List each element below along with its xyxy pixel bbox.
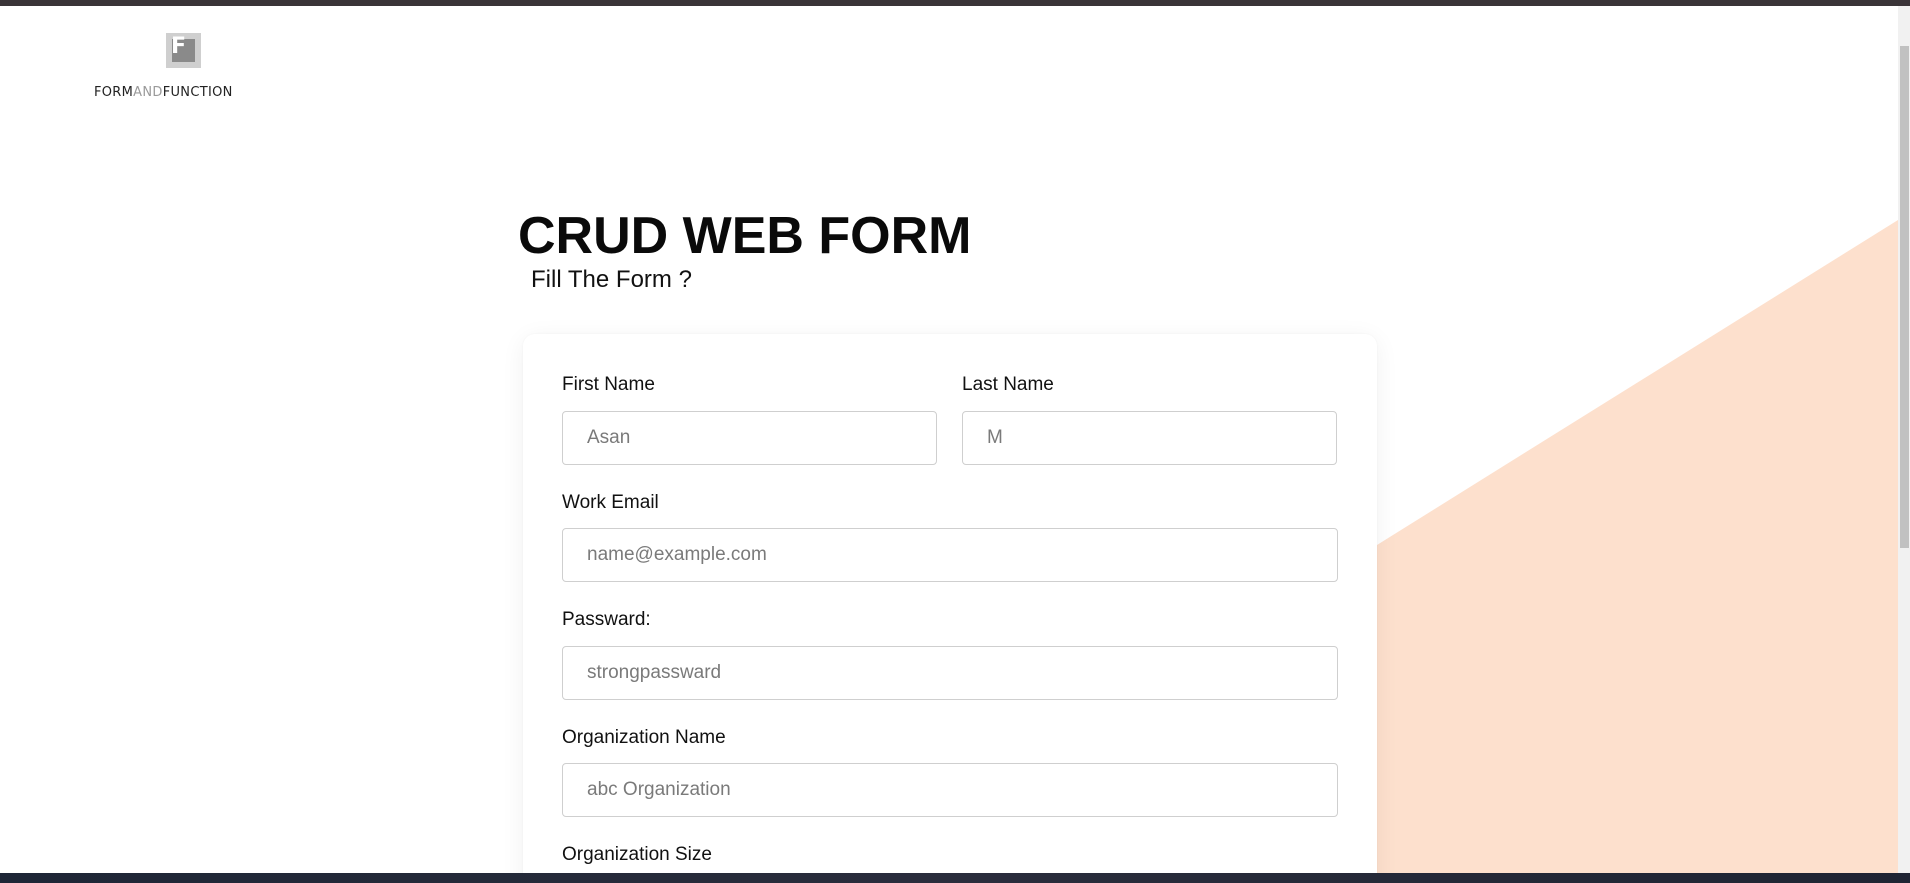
organization-size-label: Organization Size [562,844,712,865]
first-name-input[interactable] [562,411,937,465]
page-scrollbar-thumb[interactable] [1900,46,1909,548]
page-subtitle: Fill The Form ? [531,266,692,293]
last-name-label: Last Name [962,374,1054,395]
organization-name-input[interactable] [562,763,1338,817]
page-title: CRUD WEB FORM [518,207,972,265]
brand-logo[interactable]: F FORMANDFUNCTION [94,33,274,103]
last-name-input[interactable] [962,411,1337,465]
password-label: Passward: [562,609,651,630]
brand-name: FORMANDFUNCTION [94,85,233,100]
work-email-label: Work Email [562,492,659,513]
password-input[interactable] [562,646,1338,700]
logo-mark-icon: F [166,33,201,68]
form-card: First Name Last Name Work Email Passward… [523,334,1377,883]
organization-name-label: Organization Name [562,727,726,748]
browser-top-bar [0,0,1910,6]
taskbar-strip [0,873,1910,883]
first-name-label: First Name [562,374,655,395]
work-email-input[interactable] [562,528,1338,582]
